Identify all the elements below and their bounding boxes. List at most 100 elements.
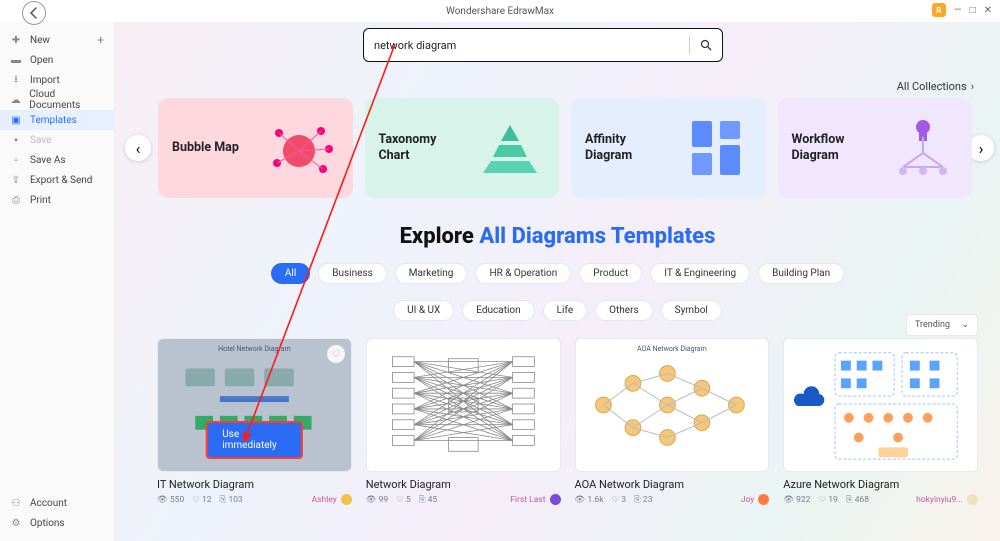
chevron-down-icon: ⌄ xyxy=(961,320,969,330)
options-icon: ⚙ xyxy=(10,517,22,529)
sidebar: ✚New+ ▬ Open ⭳ Import ☁Cloud Documents ▣ Templa… xyxy=(0,22,115,541)
template-thumbnail[interactable]: AOA Network Diagram xyxy=(575,338,770,472)
maximize-icon[interactable]: □ xyxy=(970,5,976,16)
back-button[interactable] xyxy=(22,1,46,25)
sidebar-item-account[interactable]: ⚇ Account xyxy=(0,493,114,513)
chip-building-plan[interactable]: Building Plan xyxy=(758,263,844,284)
plus-icon[interactable]: + xyxy=(97,33,104,47)
views-count: 👁 922 xyxy=(783,495,810,505)
chip-it-engineering[interactable]: IT & Engineering xyxy=(650,263,750,284)
category-card-taxonomy-chart[interactable]: Taxonomy Chart xyxy=(365,98,560,198)
sidebar-item-label: Account xyxy=(30,498,67,509)
sidebar-item-new[interactable]: ✚New+ xyxy=(0,30,114,50)
sidebar-item-templates[interactable]: ▣ Templates xyxy=(0,110,114,130)
use-immediately-button[interactable]: Use immediately xyxy=(206,421,302,459)
template-thumbnail[interactable] xyxy=(783,338,978,472)
sidebar-item-label: Save xyxy=(30,135,51,146)
chip-life[interactable]: Life xyxy=(543,300,587,321)
author-avatar xyxy=(550,494,561,505)
category-label: Workflow Diagram xyxy=(792,132,862,165)
category-card-affinity-diagram[interactable]: Affinity Diagram xyxy=(571,98,766,198)
views-count: 👁 1.6k xyxy=(575,495,604,505)
favorite-icon[interactable]: ♡ xyxy=(327,345,345,363)
sidebar-item-label: Open xyxy=(30,55,53,66)
sidebar-item-open[interactable]: ▬ Open xyxy=(0,50,114,70)
likes-count: ♡ 12 xyxy=(192,495,211,505)
search-input[interactable] xyxy=(374,39,679,52)
template-meta: 👁 922♡ 19⎘ 468hokyinyiu9... xyxy=(783,494,978,505)
category-illustration xyxy=(888,113,958,183)
user-avatar[interactable]: R xyxy=(932,3,946,17)
app-title: Wondershare EdrawMax xyxy=(446,6,554,17)
author: Joy xyxy=(741,494,770,505)
template-meta: 👁 550♡ 12⎘ 103Ashley xyxy=(157,494,352,505)
sidebar-item-cloud-documents[interactable]: ☁Cloud Documents xyxy=(0,90,114,110)
export-icon: ⇪ xyxy=(10,174,22,186)
chip-hr-operation[interactable]: HR & Operation xyxy=(475,263,571,284)
sidebar-item-save-as[interactable]: ▫Save As xyxy=(0,150,114,170)
likes-count: ♡ 5 xyxy=(396,495,411,505)
chip-business[interactable]: Business xyxy=(318,263,386,284)
template-icon: ▣ xyxy=(10,114,22,126)
author-avatar xyxy=(758,494,769,505)
sidebar-item-import[interactable]: ⭳ Import xyxy=(0,70,114,90)
template-card[interactable]: Network Diagram👁 99♡ 5⎘ 45First Last xyxy=(366,338,561,505)
sidebar-item-label: Templates xyxy=(30,115,77,126)
category-card-bubble-map[interactable]: Bubble Map xyxy=(158,98,353,198)
template-thumbnail[interactable]: Hotel Network Diagram♡ Use immediately xyxy=(157,338,352,472)
template-title: Azure Network Diagram xyxy=(783,478,978,491)
template-title: AOA Network Diagram xyxy=(575,478,770,491)
close-icon[interactable]: ✕ xyxy=(984,5,992,16)
category-label: Bubble Map xyxy=(172,140,239,156)
sidebar-item-save: ▪Save xyxy=(0,130,114,150)
sidebar-item-options[interactable]: ⚙ Options xyxy=(0,513,114,533)
template-meta: 👁 99♡ 5⎘ 45First Last xyxy=(366,494,561,505)
chip-ui-ux[interactable]: UI & UX xyxy=(393,300,454,321)
sidebar-item-export-&-send[interactable]: ⇪Export & Send xyxy=(0,170,114,190)
copies-count: ⎘ 45 xyxy=(419,495,437,505)
sidebar-item-label: Cloud Documents xyxy=(29,89,104,111)
template-cards: Hotel Network Diagram♡Use immediatelyIT … xyxy=(157,338,978,505)
explore-heading: Explore All Diagrams Templates AllBusine… xyxy=(115,224,1000,321)
all-collections-label: All Collections xyxy=(897,80,967,93)
sort-dropdown[interactable]: Trending ⌄ xyxy=(906,314,978,336)
download-icon: ⭳ xyxy=(10,74,22,86)
thumbnail-title: AOA Network Diagram xyxy=(576,345,769,353)
chip-symbol[interactable]: Symbol xyxy=(661,300,722,321)
chip-marketing[interactable]: Marketing xyxy=(395,263,468,284)
chip-product[interactable]: Product xyxy=(579,263,642,284)
template-card[interactable]: AOA Network Diagram AOA Network Diagram 👁 … xyxy=(575,338,770,505)
all-collections-link[interactable]: All Collections › xyxy=(897,80,974,93)
print-icon: ⎙ xyxy=(10,194,22,206)
template-thumbnail[interactable] xyxy=(366,338,561,472)
sidebar-item-label: Save As xyxy=(30,155,66,166)
author: hokyinyiu9... xyxy=(916,494,978,505)
sidebar-item-print[interactable]: ⎙Print xyxy=(0,190,114,210)
content-area: All Collections › ‹ › Bubble MapTaxonomy… xyxy=(115,22,1000,541)
category-illustration xyxy=(269,113,339,183)
views-count: 👁 550 xyxy=(157,495,184,505)
carousel-prev-button[interactable]: ‹ xyxy=(125,135,151,161)
chip-education[interactable]: Education xyxy=(462,300,534,321)
category-card-workflow-diagram[interactable]: Workflow Diagram xyxy=(778,98,973,198)
chip-all[interactable]: All xyxy=(271,263,310,284)
plus-icon: ✚ xyxy=(10,34,22,46)
category-illustration xyxy=(682,113,752,183)
sidebar-item-label: Options xyxy=(30,518,65,529)
author: Ashley xyxy=(312,494,352,505)
template-card[interactable]: Hotel Network Diagram♡Use immediatelyIT … xyxy=(157,338,352,505)
sidebar-item-label: Import xyxy=(30,75,60,86)
search-icon[interactable] xyxy=(700,39,712,51)
folder-icon: ▬ xyxy=(10,54,22,66)
minimize-icon[interactable]: — xyxy=(954,5,962,16)
author: First Last xyxy=(510,494,560,505)
account-icon: ⚇ xyxy=(10,497,22,509)
likes-count: ♡ 19 xyxy=(818,495,837,505)
template-card[interactable]: Azure Network Diagram👁 922♡ 19⎘ 468hokyi… xyxy=(783,338,978,505)
thumbnail-title: Hotel Network Diagram xyxy=(158,345,351,353)
category-illustration xyxy=(475,113,545,183)
filter-chips: All Business Marketing HR & Operation Produc… xyxy=(115,263,1000,321)
chip-others[interactable]: Others xyxy=(595,300,653,321)
category-label: Taxonomy Chart xyxy=(379,132,449,165)
search-box[interactable] xyxy=(363,28,723,62)
